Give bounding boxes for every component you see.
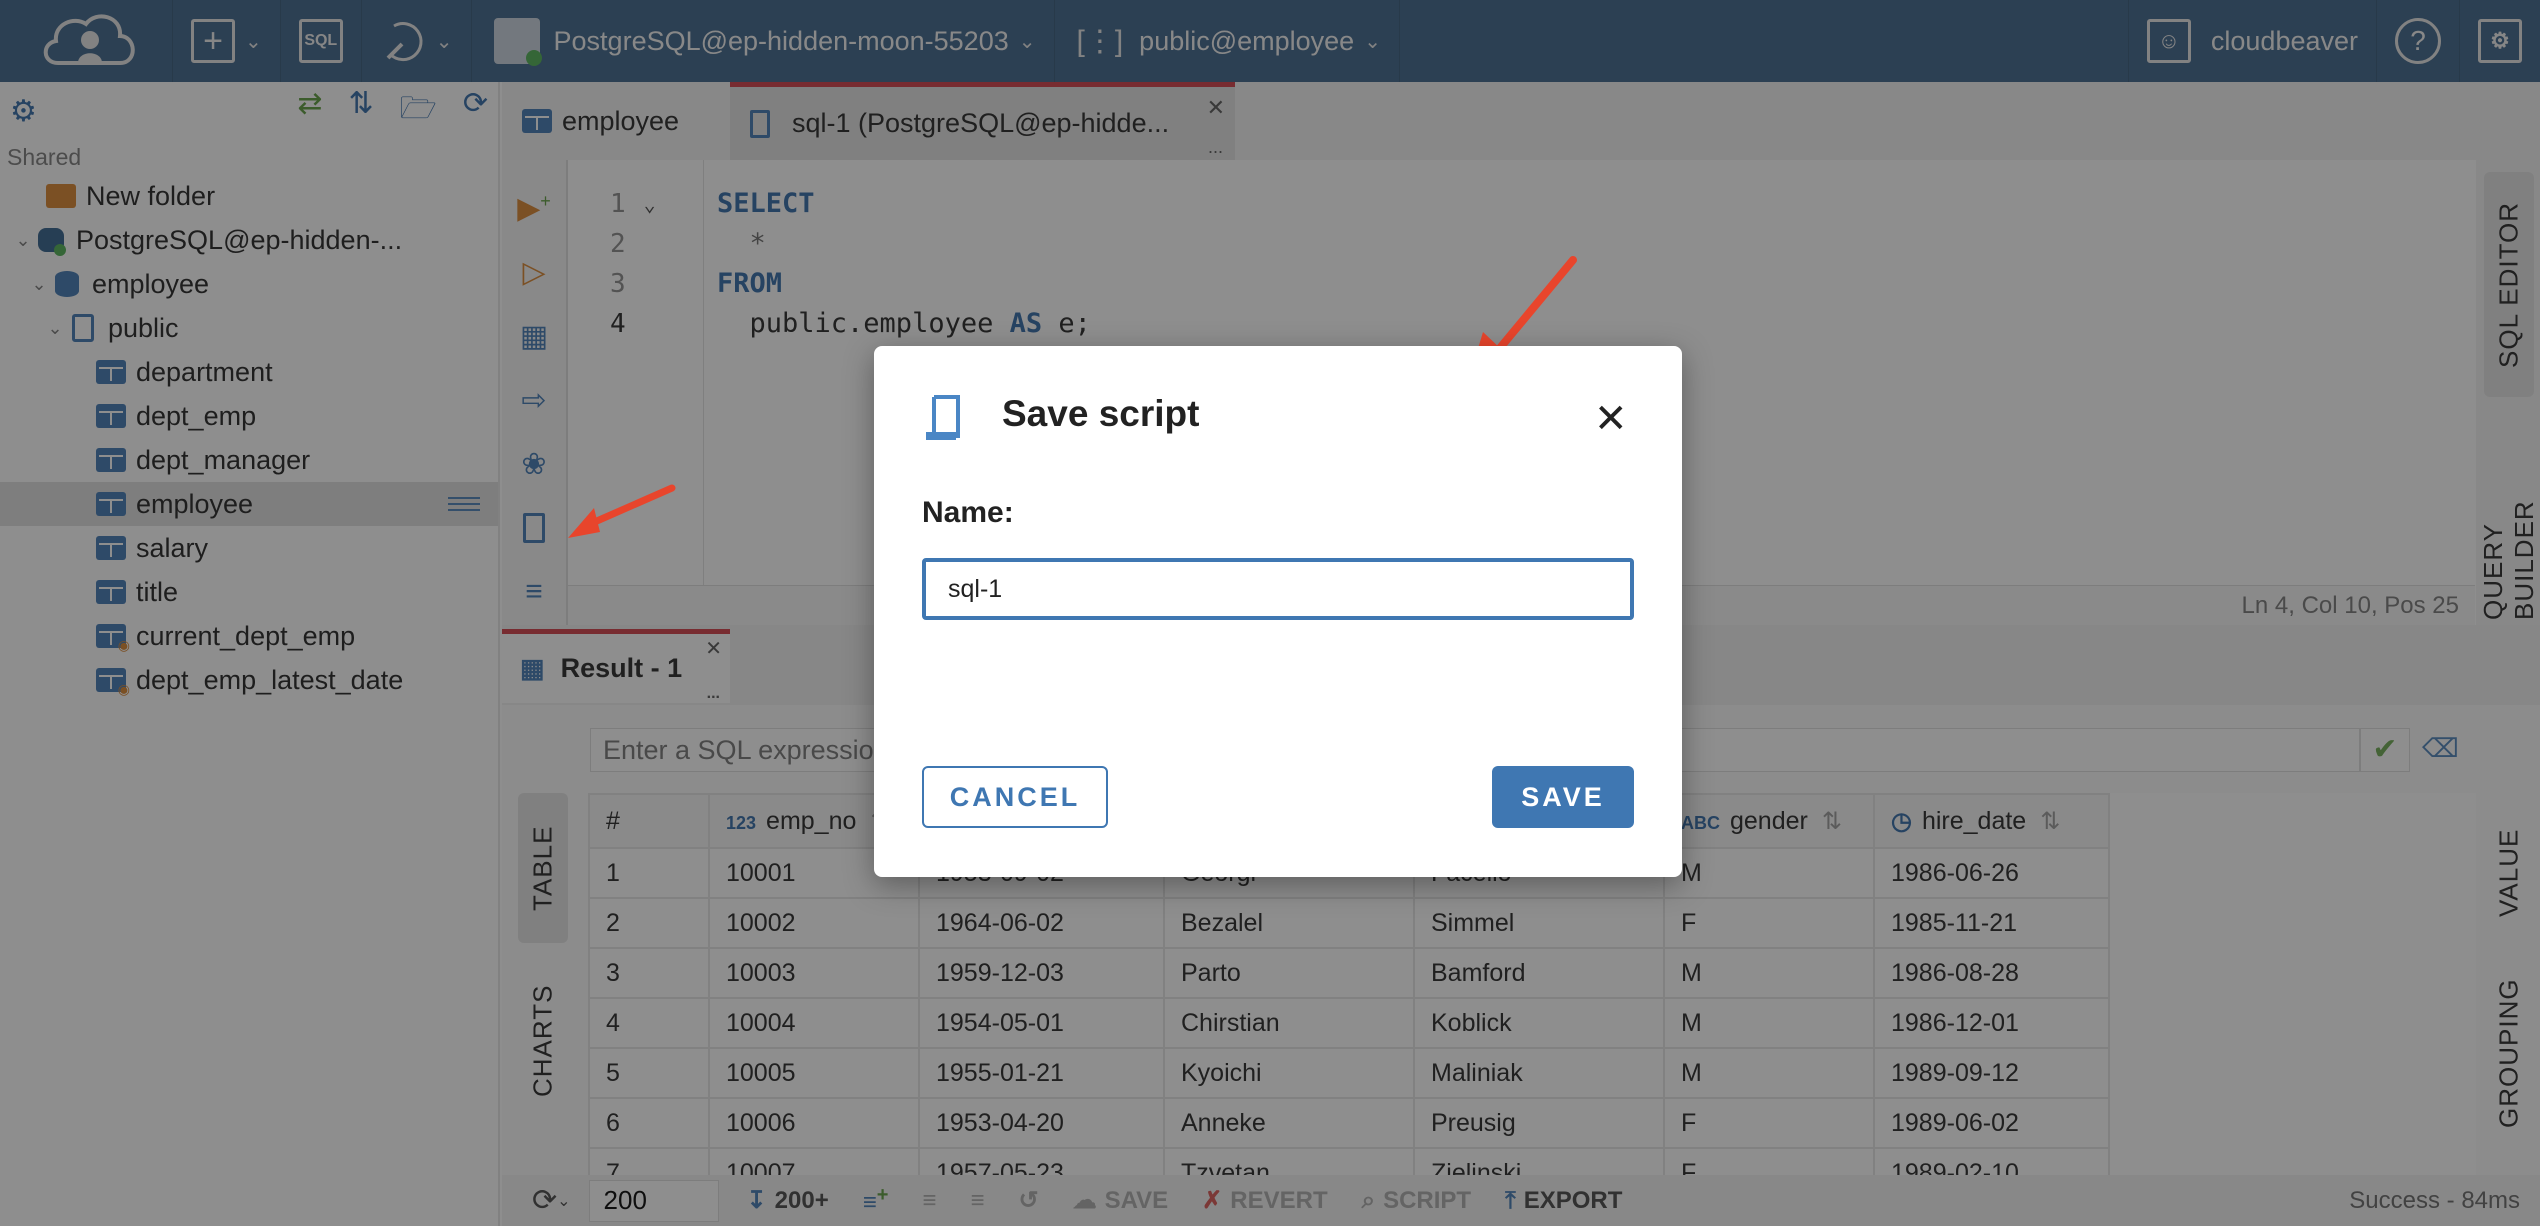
annotation-arrow-icon [568, 484, 676, 538]
close-icon: ✕ [1594, 397, 1628, 441]
save-script-dialog: Save script ✕ Name: CANCEL SAVE [874, 346, 1682, 877]
name-label: Name: [922, 496, 1014, 529]
dialog-title: Save script [1002, 393, 1200, 434]
cancel-button[interactable]: CANCEL [922, 766, 1108, 828]
save-button[interactable]: SAVE [1492, 766, 1634, 828]
close-dialog-button[interactable]: ✕ [1594, 396, 1628, 442]
script-icon [926, 395, 960, 440]
script-name-input[interactable] [922, 558, 1634, 620]
